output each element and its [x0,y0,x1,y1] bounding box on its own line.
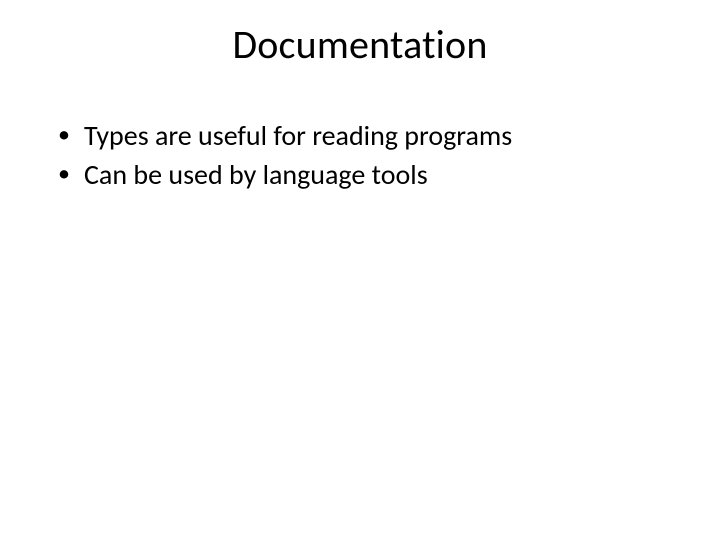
slide: Documentation Types are useful for readi… [0,0,720,540]
bullet-list: Types are useful for reading programs Ca… [56,118,680,192]
list-item: Types are useful for reading programs [56,118,680,153]
slide-body: Types are useful for reading programs Ca… [56,118,680,196]
slide-title: Documentation [0,20,720,69]
list-item: Can be used by language tools [56,157,680,192]
